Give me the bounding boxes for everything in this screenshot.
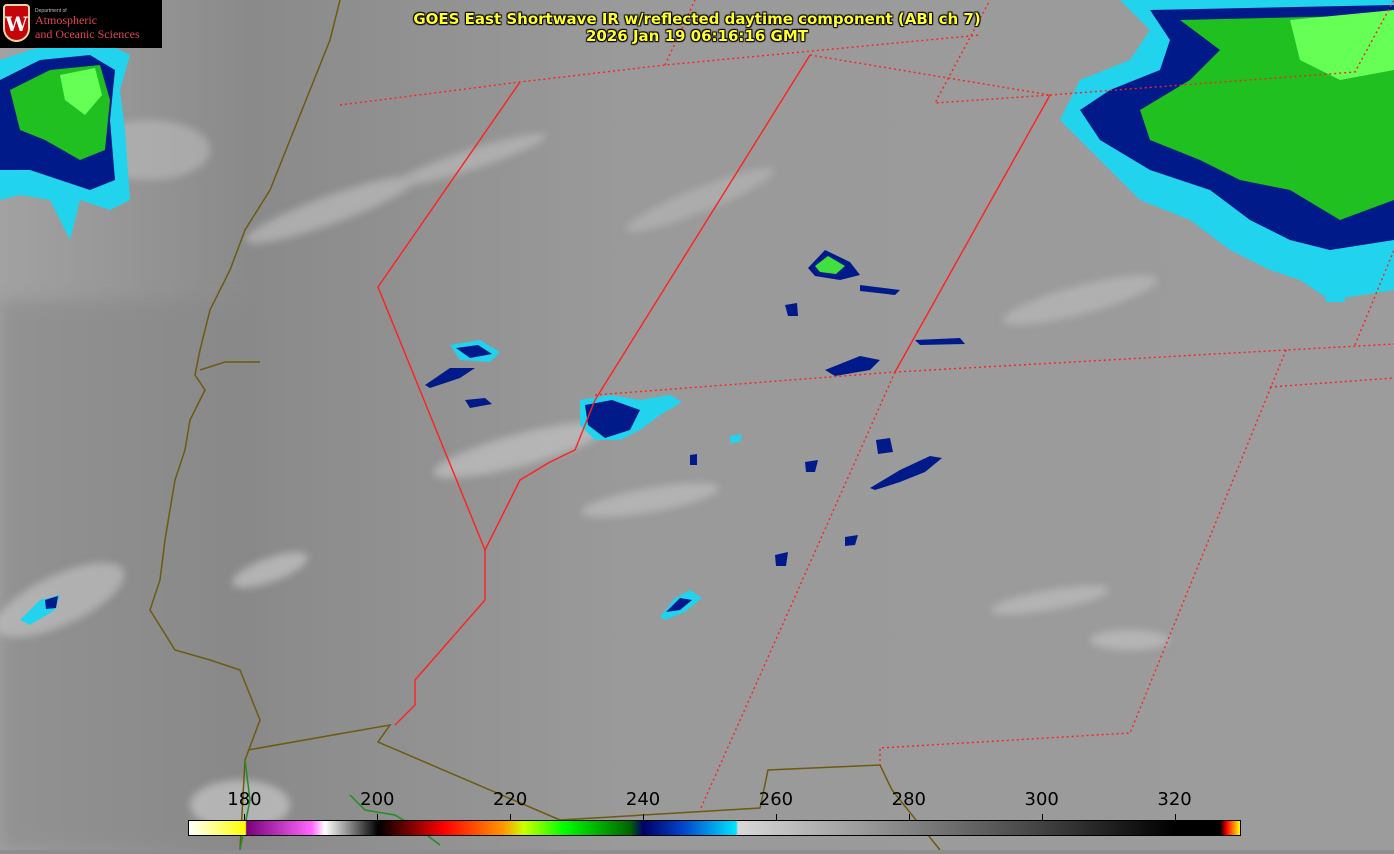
colorbar-tick-label: 300 [1024, 789, 1059, 810]
colorbar-tick-mark [510, 814, 512, 821]
ocean-region [0, 300, 260, 850]
map-timestamp: 2026 Jan 19 06:16:16 GMT [586, 27, 808, 45]
colorbar-tick-mark [1174, 814, 1176, 821]
colorbar-tick-label: 220 [493, 789, 528, 810]
colorbar-tick-label: 180 [227, 789, 262, 810]
satellite-image [0, 0, 1394, 851]
logo-line-1: Atmospheric [35, 13, 97, 27]
crest-icon: W [3, 4, 30, 42]
colorbar-tick-label: 260 [758, 789, 794, 810]
map-svg [0, 0, 1394, 851]
institution-logo: W Department of Atmospheric and Oceanic … [0, 0, 162, 48]
colorbar-tick-label: 240 [625, 789, 661, 810]
colorbar-tick-mark [908, 814, 910, 821]
colorbar-tick-mark [775, 814, 777, 821]
colorbar-tick-label: 200 [360, 789, 395, 810]
colorbar-tick-mark [643, 814, 645, 821]
map-title: GOES East Shortwave IR w/reflected dayti… [413, 10, 981, 28]
colorbar-tick-mark [1041, 814, 1043, 821]
logo-line-2: and Oceanic Sciences [35, 27, 140, 41]
colorbar-tick-mark [377, 814, 379, 821]
colorbar-tick-label: 280 [891, 789, 926, 810]
colorbar-tick-mark [244, 814, 246, 821]
colorbar [188, 820, 1241, 836]
colorbar-tick-label: 320 [1157, 789, 1192, 810]
